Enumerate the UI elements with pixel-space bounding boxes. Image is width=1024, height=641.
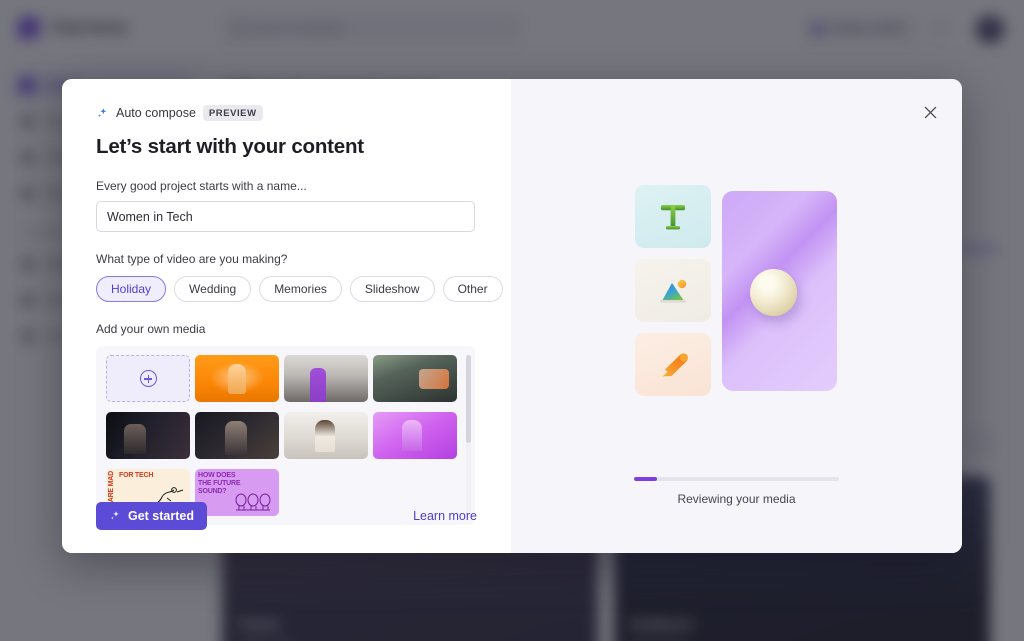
sparkle-icon [97, 107, 107, 117]
plus-circle-icon [139, 370, 157, 387]
auto-compose-dialog: Auto compose PREVIEW Let’s start with yo… [62, 79, 962, 553]
preview-illustration [635, 185, 837, 397]
chip-slideshow[interactable]: Slideshow [349, 276, 435, 302]
dialog-eyebrow: Auto compose PREVIEW [96, 104, 477, 122]
sphere-icon [750, 269, 797, 316]
project-name-label: Every good project starts with a name... [96, 179, 307, 193]
eyebrow-label: Auto compose [116, 106, 196, 120]
add-media-label: Add your own media [96, 322, 206, 336]
dialog-form-panel: Auto compose PREVIEW Let’s start with yo… [62, 79, 511, 553]
chip-wedding[interactable]: Wedding [174, 276, 252, 302]
media-tile[interactable] [373, 412, 457, 459]
media-tile[interactable] [284, 412, 368, 459]
close-icon [924, 106, 936, 118]
get-started-label: Get started [128, 509, 194, 523]
poster-text-top: FOR TECH [119, 471, 154, 479]
dialog-title: Let’s start with your content [96, 135, 364, 158]
video-type-label: What type of video are you making? [96, 252, 288, 266]
video-type-chip-group: Holiday Wedding Memories Slideshow Other [96, 276, 503, 302]
progress-status-text: Reviewing your media [677, 492, 796, 506]
screen: Clipchamp Search templates Create a vide… [0, 0, 1024, 641]
learn-more-link[interactable]: Learn more [413, 509, 477, 523]
chip-holiday[interactable]: Holiday [96, 276, 167, 302]
preview-progress: Reviewing your media [634, 477, 839, 506]
dialog-footer: Get started Learn more [96, 502, 477, 530]
progress-track [634, 477, 839, 481]
progress-fill [634, 477, 657, 481]
close-button[interactable] [917, 99, 943, 125]
scrollbar-thumb[interactable] [466, 355, 471, 443]
chip-memories[interactable]: Memories [259, 276, 342, 302]
pencil-icon [662, 353, 688, 376]
text-T-icon [661, 204, 685, 229]
media-grid: WE ARE MAD FOR TECH HOW DOES THE FUTURE … [106, 355, 466, 516]
preview-image-card [635, 259, 711, 322]
dialog-preview-panel: Reviewing your media [511, 79, 962, 553]
chip-other[interactable]: Other [442, 276, 503, 302]
preview-pen-card [635, 333, 711, 396]
get-started-button[interactable]: Get started [96, 502, 207, 530]
preview-canvas-card [722, 191, 837, 391]
media-grid-scrollbar[interactable] [466, 355, 471, 516]
add-media-tile[interactable] [106, 355, 190, 402]
preview-icon-column [635, 185, 711, 397]
image-mountain-icon [660, 279, 687, 303]
preview-badge: PREVIEW [202, 104, 263, 122]
media-grid-container: WE ARE MAD FOR TECH HOW DOES THE FUTURE … [96, 346, 475, 525]
media-tile[interactable] [195, 412, 279, 459]
media-tile[interactable] [373, 355, 457, 402]
preview-text-card [635, 185, 711, 248]
sparkle-icon [110, 511, 119, 520]
media-tile[interactable] [195, 355, 279, 402]
media-tile[interactable] [284, 355, 368, 402]
media-tile[interactable] [106, 412, 190, 459]
project-name-input[interactable] [96, 201, 475, 232]
